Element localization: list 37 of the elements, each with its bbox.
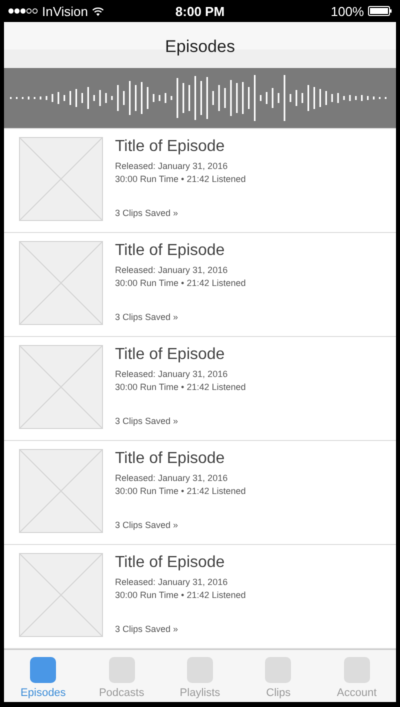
- clips-saved-link[interactable]: 3 Clips Saved »: [115, 624, 178, 634]
- clock-time: 8:00 PM: [175, 4, 225, 18]
- signal-icon: [8, 8, 38, 14]
- clips-saved-link[interactable]: 3 Clips Saved »: [115, 312, 178, 322]
- clips-saved-link[interactable]: 3 Clips Saved »: [115, 416, 178, 426]
- battery-icon: [368, 6, 392, 16]
- episode-title: Title of Episode: [115, 450, 225, 468]
- carrier-label: InVision: [42, 4, 88, 18]
- tab-icon: [30, 657, 56, 683]
- nav-title: Episodes: [165, 37, 235, 57]
- release-date: Released: January 31, 2016: [115, 472, 228, 485]
- episode-title: Title of Episode: [115, 554, 225, 572]
- release-date: Released: January 31, 2016: [115, 576, 228, 589]
- release-date: Released: January 31, 2016: [115, 368, 228, 381]
- battery-percent: 100%: [330, 4, 364, 18]
- run-time: 30:00 Run Time • 21:42 Listened: [115, 589, 246, 602]
- clips-saved-link[interactable]: 3 Clips Saved »: [115, 208, 178, 218]
- tab-icon: [186, 657, 213, 683]
- episode-title: Title of Episode: [115, 346, 225, 364]
- image-placeholder-icon: [19, 137, 103, 221]
- tab-icon: [344, 657, 370, 683]
- image-placeholder-icon: [19, 241, 103, 325]
- tab-icon: [265, 657, 292, 683]
- run-time: 30:00 Run Time • 21:42 Listened: [115, 485, 246, 498]
- run-time: 30:00 Run Time • 21:42 Listened: [115, 277, 246, 290]
- clips-saved-link[interactable]: 3 Clips Saved »: [115, 520, 178, 530]
- release-date: Released: January 31, 2016: [115, 264, 228, 277]
- episode-title: Title of Episode: [115, 242, 225, 260]
- run-time: 30:00 Run Time • 21:42 Listened: [115, 173, 246, 186]
- run-time: 30:00 Run Time • 21:42 Listened: [115, 381, 246, 394]
- episode-title: Title of Episode: [115, 138, 225, 156]
- tab-icon: [108, 657, 135, 683]
- image-placeholder-icon: [19, 449, 103, 533]
- release-date: Released: January 31, 2016: [115, 160, 228, 173]
- image-placeholder-icon: [19, 553, 103, 637]
- wifi-icon: [92, 6, 104, 16]
- image-placeholder-icon: [19, 345, 103, 429]
